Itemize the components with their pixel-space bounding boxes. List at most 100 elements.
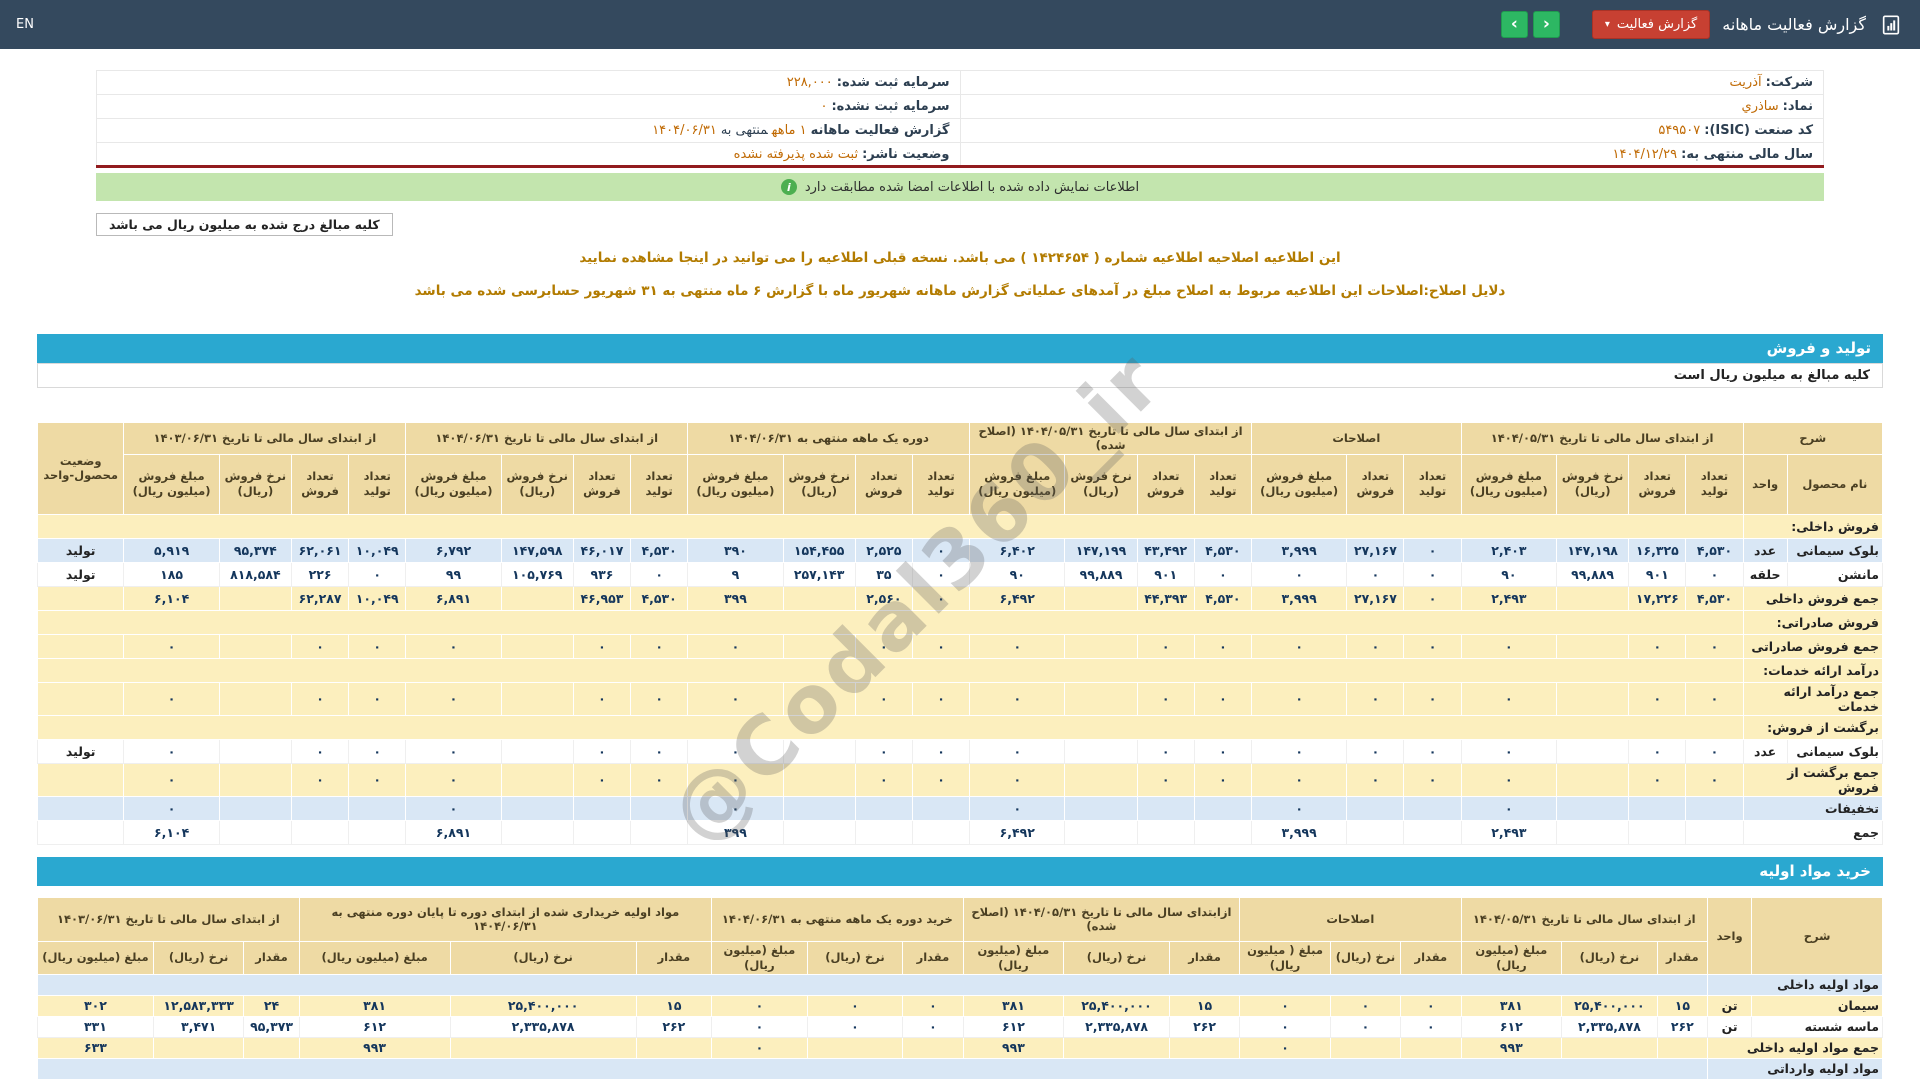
info-label: وضعیت ناشر: bbox=[862, 146, 950, 162]
company-info-cell: سال مالی منتهی به:۱۴۰۴/۱۲/۲۹ bbox=[959, 142, 1824, 167]
next-report-button[interactable]: › bbox=[1532, 11, 1560, 38]
value-cell: ۰ bbox=[1193, 762, 1253, 797]
value-cell: ۰ bbox=[123, 738, 220, 764]
value-cell: ۰ bbox=[1685, 762, 1744, 797]
value-cell: ۰ bbox=[1193, 633, 1253, 659]
filler-cell bbox=[37, 973, 1708, 996]
value-cell: ۰ bbox=[405, 681, 502, 716]
info-icon: i bbox=[780, 179, 797, 195]
value-cell: ۰ bbox=[1250, 762, 1348, 797]
value-cell: ۱۴۷,۱۹۹ bbox=[1064, 537, 1138, 563]
info-value: ۰ bbox=[820, 99, 828, 114]
value-cell: ۴,۵۳۰ bbox=[630, 585, 689, 611]
value-cell bbox=[348, 795, 407, 821]
value-cell: ۰ bbox=[911, 585, 971, 611]
report-type-button[interactable]: گزارش فعالیت ▾ bbox=[1591, 10, 1711, 39]
value-cell bbox=[1555, 681, 1630, 716]
row-label: تخفیفات bbox=[1742, 795, 1884, 821]
status-cell: تولید bbox=[36, 561, 125, 587]
info-label: سرمایه ثبت نشده: bbox=[831, 99, 950, 114]
info-value: ثبت شده پذیرفته نشده bbox=[733, 146, 859, 162]
company-info-row: نماد:ساذري سرمایه ثبت نشده:۰ bbox=[96, 94, 1824, 119]
info-value: ۱ ماهه bbox=[771, 123, 807, 138]
column-header: نرخ فروش (ریال) bbox=[782, 453, 856, 515]
value-cell bbox=[449, 1036, 637, 1059]
filler-cell bbox=[37, 609, 1744, 635]
status-cell: تولید bbox=[36, 537, 125, 563]
value-cell: ۰ bbox=[1239, 994, 1331, 1017]
value-cell: ۰ bbox=[1193, 681, 1253, 716]
value-cell bbox=[218, 738, 292, 764]
value-cell: ۶۱۲ bbox=[1460, 1015, 1563, 1038]
value-cell bbox=[1063, 1036, 1170, 1059]
value-cell bbox=[1193, 795, 1253, 821]
value-cell bbox=[290, 795, 350, 821]
value-cell: ۳,۹۹۹ bbox=[1250, 537, 1348, 563]
column-header: مبلغ فروش (میلیون ریال) bbox=[969, 453, 1066, 515]
info-label: سرمایه ثبت شده: bbox=[836, 75, 950, 90]
column-header: تعداد فروش bbox=[1136, 453, 1195, 515]
value-cell: ۹۹,۸۸۹ bbox=[1064, 561, 1138, 587]
previous-report-button[interactable]: ‹ bbox=[1500, 11, 1528, 38]
value-cell bbox=[1403, 795, 1462, 821]
value-cell: ۰ bbox=[1460, 738, 1558, 764]
value-cell: ۰ bbox=[1628, 738, 1687, 764]
column-header: تعداد تولید bbox=[1193, 453, 1253, 515]
value-cell: ۰ bbox=[711, 994, 808, 1017]
row-label: جمع درآمد ارائه خدمات bbox=[1742, 681, 1884, 716]
previous-version-link[interactable]: اینجا bbox=[679, 250, 709, 266]
value-cell bbox=[572, 819, 632, 845]
value-cell: ۳۳۱ bbox=[37, 1015, 154, 1038]
column-header: تعداد تولید bbox=[911, 453, 971, 515]
value-cell: ۰ bbox=[854, 762, 913, 797]
value-cell: ۰ bbox=[405, 633, 502, 659]
value-cell: ۰ bbox=[806, 1015, 904, 1038]
value-cell: ۰ bbox=[911, 537, 971, 563]
value-cell: ۰ bbox=[687, 795, 784, 821]
section-row: درآمد ارائه خدمات: bbox=[37, 657, 1884, 683]
table-row: سیمان تن ۱۵ ۲۵,۴۰۰,۰۰۰ ۳۸۱ ۰ ۰ ۰ ۱۵ ۲۵,۴۰۰,۰۰۰ ۳۸۱… bbox=[37, 994, 1883, 1017]
section-header-production: تولید و فروش bbox=[37, 334, 1883, 363]
value-cell: ۰ bbox=[1136, 633, 1195, 659]
section-row: برگشت از فروش: bbox=[37, 714, 1884, 740]
value-cell bbox=[635, 1036, 713, 1059]
value-cell: ۳,۹۹۹ bbox=[1250, 819, 1348, 845]
value-cell: ۰ bbox=[687, 681, 784, 716]
value-cell bbox=[1685, 795, 1744, 821]
value-cell: ۲۲۶ bbox=[290, 561, 350, 587]
column-group-header: از ابتدای سال مالی تا تاریخ ۱۴۰۳/۰۶/۳۱ bbox=[37, 896, 300, 942]
value-cell bbox=[1064, 819, 1138, 845]
info-value: ۱۴۰۴/۰۶/۳۱ bbox=[652, 123, 717, 138]
value-cell: ۰ bbox=[290, 633, 350, 659]
value-cell: ۰ bbox=[902, 994, 964, 1017]
filler-cell bbox=[37, 1057, 1708, 1080]
value-cell bbox=[782, 681, 856, 716]
column-header: تعداد فروش bbox=[572, 453, 632, 515]
top-navigation-bar: گزارش فعالیت ماهانه گزارش فعالیت ▾ ‹ › E… bbox=[0, 0, 1920, 49]
value-cell: ۰ bbox=[1460, 681, 1558, 716]
value-cell: ۱۰,۰۴۹ bbox=[348, 537, 407, 563]
language-toggle-link[interactable]: EN bbox=[16, 17, 34, 32]
company-info-cell: کد صنعت (ISIC):۵۴۹۵۰۷ bbox=[959, 118, 1824, 143]
value-cell: ۰ bbox=[572, 633, 632, 659]
value-cell bbox=[1656, 1036, 1708, 1059]
value-cell: ۰ bbox=[806, 994, 904, 1017]
info-label: کد صنعت (ISIC): bbox=[1704, 123, 1813, 138]
value-cell: ۰ bbox=[1403, 537, 1462, 563]
column-group-header: از ابتدای سال مالی تا تاریخ ۱۴۰۳/۰۶/۳۱ bbox=[123, 422, 407, 455]
value-cell: ۶,۸۹۱ bbox=[405, 585, 502, 611]
table-row: جمع فروش صادراتی ۰ ۰ ۰ ۰ ۰ ۰ ۰ ۰ ۰ ۰ ۰ ۰ ۰ ۰ ۰ ۰ ۰ ۰ bbox=[36, 633, 1884, 659]
value-cell: ۹۰ bbox=[1460, 561, 1558, 587]
section-row: مواد اولیه وارداتی bbox=[37, 1057, 1884, 1080]
column-header: تعداد فروش bbox=[1346, 453, 1405, 515]
value-cell: ۴,۵۳۰ bbox=[1193, 585, 1253, 611]
column-group-header: از ابتدای سال مالی تا تاریخ ۱۴۰۴/۰۶/۳۱ bbox=[405, 422, 689, 455]
value-cell: ۰ bbox=[1250, 561, 1348, 587]
value-cell bbox=[1555, 762, 1630, 797]
value-cell bbox=[500, 819, 574, 845]
row-label: جمع bbox=[1742, 819, 1884, 845]
value-cell bbox=[1555, 633, 1630, 659]
company-info-cell: گزارش فعالیت ماهانه۱ ماههمنتهی به۱۴۰۴/۰۶… bbox=[96, 118, 961, 143]
value-cell: ۰ bbox=[1628, 681, 1687, 716]
filler-cell bbox=[37, 657, 1744, 683]
